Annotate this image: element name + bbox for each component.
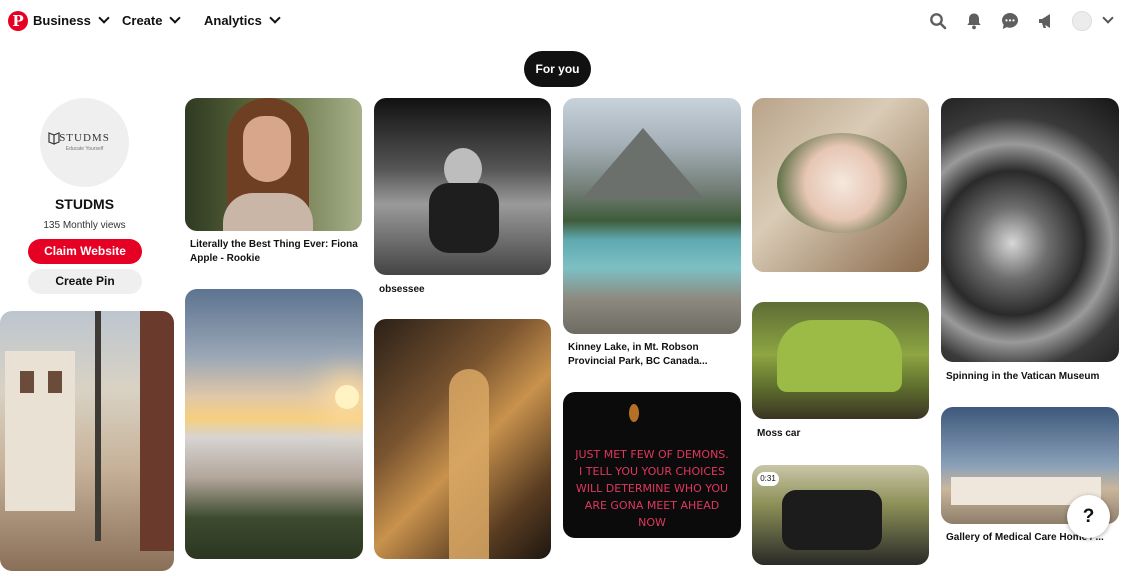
brand-tagline: Educate Yourself (65, 146, 104, 152)
chevron-down-icon (169, 12, 182, 24)
pin-moss-car-image[interactable] (752, 302, 929, 419)
monthly-views: 135 Monthly views (43, 220, 126, 231)
tab-for-you[interactable]: For you (524, 51, 591, 87)
messages-icon[interactable] (1001, 12, 1019, 30)
pin-title[interactable]: Spinning in the Vatican Museum (946, 370, 1118, 384)
help-button[interactable]: ? (1067, 495, 1110, 538)
top-bar: P Business Create Analytics (0, 0, 1129, 44)
profile-avatar[interactable]: STUDMS Educate Yourself (40, 98, 129, 187)
quote-text: JUST MET FEW OF DEMONS. I TELL YOU YOUR … (575, 448, 729, 529)
brand-wordmark: STUDMS (59, 132, 110, 144)
pin-vatican-staircase-image[interactable] (941, 98, 1119, 362)
pin-demons-quote-image[interactable]: JUST MET FEW OF DEMONS. I TELL YOU YOUR … (563, 392, 741, 538)
pin-flowers-image[interactable] (752, 98, 929, 272)
nav-business[interactable]: Business (33, 12, 110, 28)
video-duration-badge: 0:31 (757, 472, 779, 486)
search-icon[interactable] (929, 12, 947, 30)
pin-kinney-lake-image[interactable] (563, 98, 741, 334)
nav-analytics[interactable]: Analytics (204, 12, 281, 28)
nav-create[interactable]: Create (122, 12, 182, 28)
accounts-menu-chevron-icon[interactable] (1102, 12, 1114, 24)
pin-title[interactable]: Literally the Best Thing Ever: Fiona App… (190, 238, 362, 266)
chevron-down-icon (98, 12, 110, 24)
account-avatar[interactable] (1072, 11, 1092, 31)
profile-name[interactable]: STUDMS (0, 196, 169, 212)
pinterest-logo-icon[interactable]: P (8, 11, 28, 31)
pin-street-image[interactable] (0, 311, 174, 571)
create-pin-button[interactable]: Create Pin (28, 269, 142, 294)
pin-fiona-image[interactable] (185, 98, 362, 231)
pin-obsessee-image[interactable] (374, 98, 551, 275)
pin-title[interactable]: obsessee (379, 283, 551, 297)
pin-title[interactable]: Kinney Lake, in Mt. Robson Provincial Pa… (568, 341, 740, 369)
chevron-down-icon (269, 12, 281, 24)
pin-title[interactable]: Moss car (757, 427, 929, 441)
pin-sunset-image[interactable] (185, 289, 363, 559)
megaphone-icon[interactable] (1037, 12, 1055, 30)
pin-statue-image[interactable] (374, 319, 551, 559)
bell-icon[interactable] (965, 12, 983, 30)
claim-website-button[interactable]: Claim Website (28, 239, 142, 264)
